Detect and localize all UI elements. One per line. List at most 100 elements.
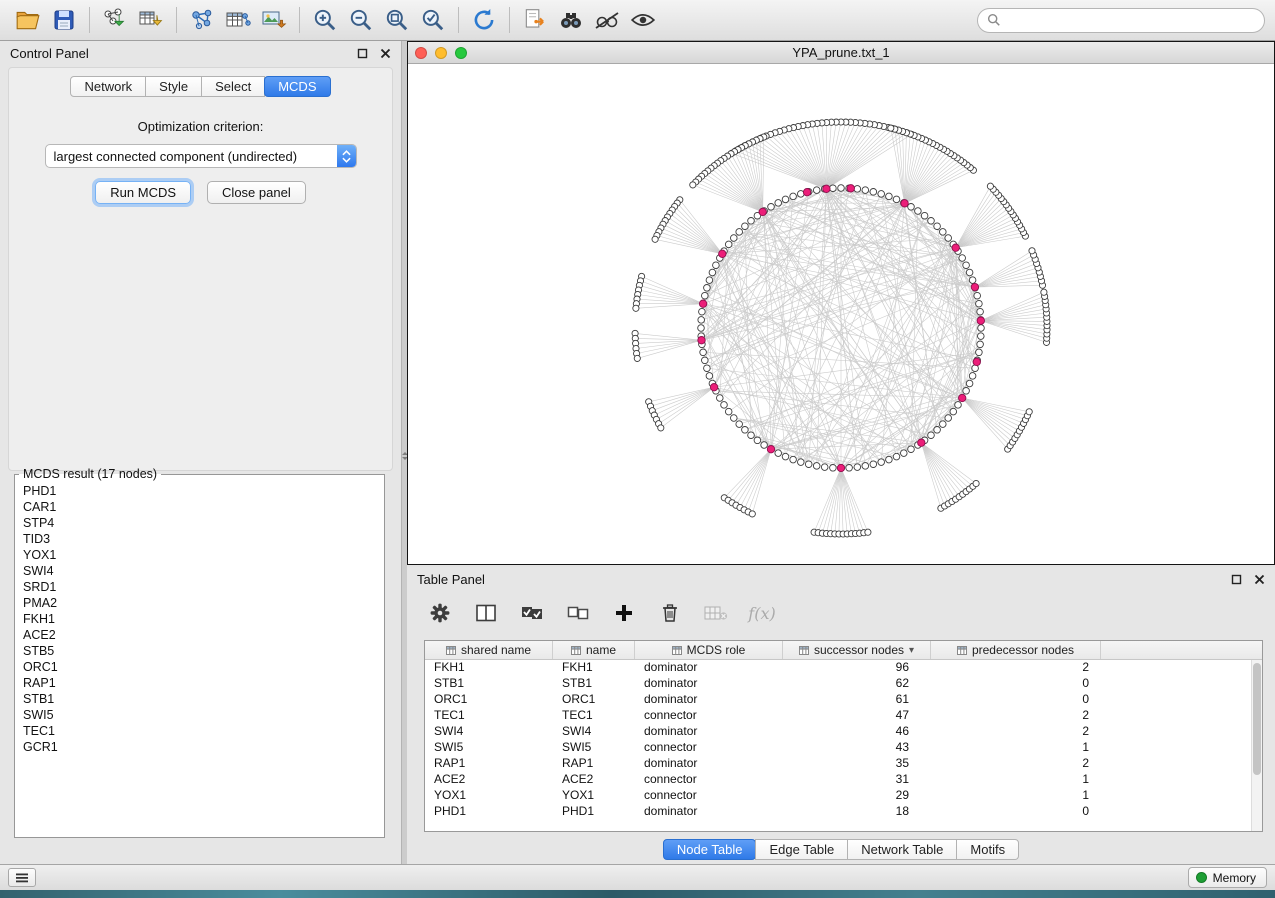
zoom-in-button[interactable] [307, 3, 343, 37]
column-header[interactable]: name [553, 641, 635, 659]
search-field[interactable] [1006, 13, 1255, 27]
table-row[interactable]: SWI5SWI5connector431 [425, 740, 1251, 756]
tab-edge-table[interactable]: Edge Table [755, 839, 848, 860]
mcds-result-item[interactable]: STP4 [23, 515, 376, 531]
column-header[interactable]: successor nodes▾ [783, 641, 931, 659]
column-header[interactable]: predecessor nodes [931, 641, 1101, 659]
table-cell: dominator [635, 660, 783, 676]
mcds-result-item[interactable]: FKH1 [23, 611, 376, 627]
network-canvas[interactable] [408, 64, 1274, 564]
mcds-result-item[interactable]: PHD1 [23, 483, 376, 499]
table-row[interactable]: PHD1PHD1dominator180 [425, 804, 1251, 820]
table-cell: ACE2 [425, 772, 553, 788]
mcds-result-item[interactable]: SWI5 [23, 707, 376, 723]
mcds-result-item[interactable]: YOX1 [23, 547, 376, 563]
close-panel-icon[interactable] [1254, 574, 1265, 585]
plus-icon [615, 604, 633, 622]
tab-motifs[interactable]: Motifs [956, 839, 1019, 860]
export-image-button[interactable] [256, 3, 292, 37]
minimize-window-icon[interactable] [435, 47, 447, 59]
hide-selection-button[interactable] [589, 3, 625, 37]
add-row-button[interactable] [611, 600, 637, 626]
find-button[interactable] [553, 3, 589, 37]
toolbar-separator [299, 7, 300, 33]
save-session-button[interactable] [46, 3, 82, 37]
table-row[interactable]: SWI4SWI4dominator462 [425, 724, 1251, 740]
deselect-all-button[interactable] [565, 600, 591, 626]
optimization-criterion-label: Optimization criterion: [9, 119, 392, 134]
mcds-result-item[interactable]: CAR1 [23, 499, 376, 515]
tab-mcds[interactable]: MCDS [264, 76, 330, 97]
table-row[interactable]: STB1STB1dominator620 [425, 676, 1251, 692]
mcds-result-item[interactable]: STB1 [23, 691, 376, 707]
criterion-value: largest connected component (undirected) [46, 149, 337, 164]
float-panel-icon[interactable] [1231, 574, 1242, 585]
table-cell: STB1 [553, 676, 635, 692]
panel-menu-button[interactable] [8, 868, 36, 887]
table-cell: SWI5 [425, 740, 553, 756]
column-header[interactable]: shared name [425, 641, 553, 659]
column-header[interactable]: MCDS role [635, 641, 783, 659]
delete-row-button[interactable] [657, 600, 683, 626]
mcds-result-item[interactable]: ORC1 [23, 659, 376, 675]
close-panel-icon[interactable] [380, 48, 391, 59]
tab-network[interactable]: Network [70, 76, 146, 97]
import-network-button[interactable] [97, 3, 133, 37]
mcds-result-item[interactable]: SRD1 [23, 579, 376, 595]
table-row[interactable]: ORC1ORC1dominator610 [425, 692, 1251, 708]
table-row[interactable]: TEC1TEC1connector472 [425, 708, 1251, 724]
close-window-icon[interactable] [415, 47, 427, 59]
mcds-result-item[interactable]: TID3 [23, 531, 376, 547]
select-all-button[interactable] [519, 600, 545, 626]
show-columns-button[interactable] [473, 600, 499, 626]
table-row[interactable]: FKH1FKH1dominator962 [425, 660, 1251, 676]
share-document-icon [522, 7, 548, 33]
mcds-result-item[interactable]: PMA2 [23, 595, 376, 611]
apply-layout-button[interactable] [466, 3, 502, 37]
export-document-button[interactable] [517, 3, 553, 37]
mcds-result-item[interactable]: GCR1 [23, 739, 376, 755]
close-panel-button[interactable]: Close panel [207, 181, 306, 204]
maximize-window-icon[interactable] [455, 47, 467, 59]
table-row[interactable]: RAP1RAP1dominator352 [425, 756, 1251, 772]
table-cell: SWI5 [553, 740, 635, 756]
tab-select[interactable]: Select [201, 76, 265, 97]
mcds-result-item[interactable]: SWI4 [23, 563, 376, 579]
criterion-dropdown[interactable]: largest connected component (undirected) [45, 144, 357, 168]
float-panel-icon[interactable] [357, 48, 368, 59]
zoom-fit-button[interactable] [379, 3, 415, 37]
table-toolbar: f(x) [417, 593, 1265, 633]
tab-style[interactable]: Style [145, 76, 202, 97]
zoom-out-button[interactable] [343, 3, 379, 37]
table-row[interactable]: YOX1YOX1connector291 [425, 788, 1251, 804]
tab-node-table[interactable]: Node Table [663, 839, 757, 860]
table-cell: FKH1 [553, 660, 635, 676]
import-table-button[interactable] [133, 3, 169, 37]
scrollbar-thumb[interactable] [1253, 663, 1261, 775]
new-table-button[interactable] [220, 3, 256, 37]
memory-button[interactable]: Memory [1188, 867, 1267, 888]
search-icon [987, 13, 1001, 27]
mcds-result-item[interactable]: STB5 [23, 643, 376, 659]
mcds-result-item[interactable]: ACE2 [23, 627, 376, 643]
mcds-result-item[interactable]: TEC1 [23, 723, 376, 739]
table-settings-button[interactable] [427, 600, 453, 626]
mcds-result-list[interactable]: PHD1CAR1STP4TID3YOX1SWI4SRD1PMA2FKH1ACE2… [17, 481, 382, 835]
share-network-button[interactable] [184, 3, 220, 37]
show-all-button[interactable] [625, 3, 661, 37]
search-input[interactable] [977, 8, 1265, 33]
export-image-icon [261, 8, 287, 32]
delete-table-button[interactable] [703, 600, 729, 626]
binoculars-icon [557, 8, 585, 32]
run-mcds-button[interactable]: Run MCDS [95, 181, 191, 204]
table-row[interactable]: ACE2ACE2connector311 [425, 772, 1251, 788]
open-folder-icon [15, 8, 41, 32]
list-icon [16, 873, 28, 883]
zoom-selected-button[interactable] [415, 3, 451, 37]
open-session-button[interactable] [10, 3, 46, 37]
table-scrollbar[interactable] [1251, 660, 1262, 831]
network-window-titlebar[interactable]: YPA_prune.txt_1 [408, 42, 1274, 64]
function-builder-button[interactable]: f(x) [749, 600, 775, 626]
tab-network-table[interactable]: Network Table [847, 839, 957, 860]
mcds-result-item[interactable]: RAP1 [23, 675, 376, 691]
